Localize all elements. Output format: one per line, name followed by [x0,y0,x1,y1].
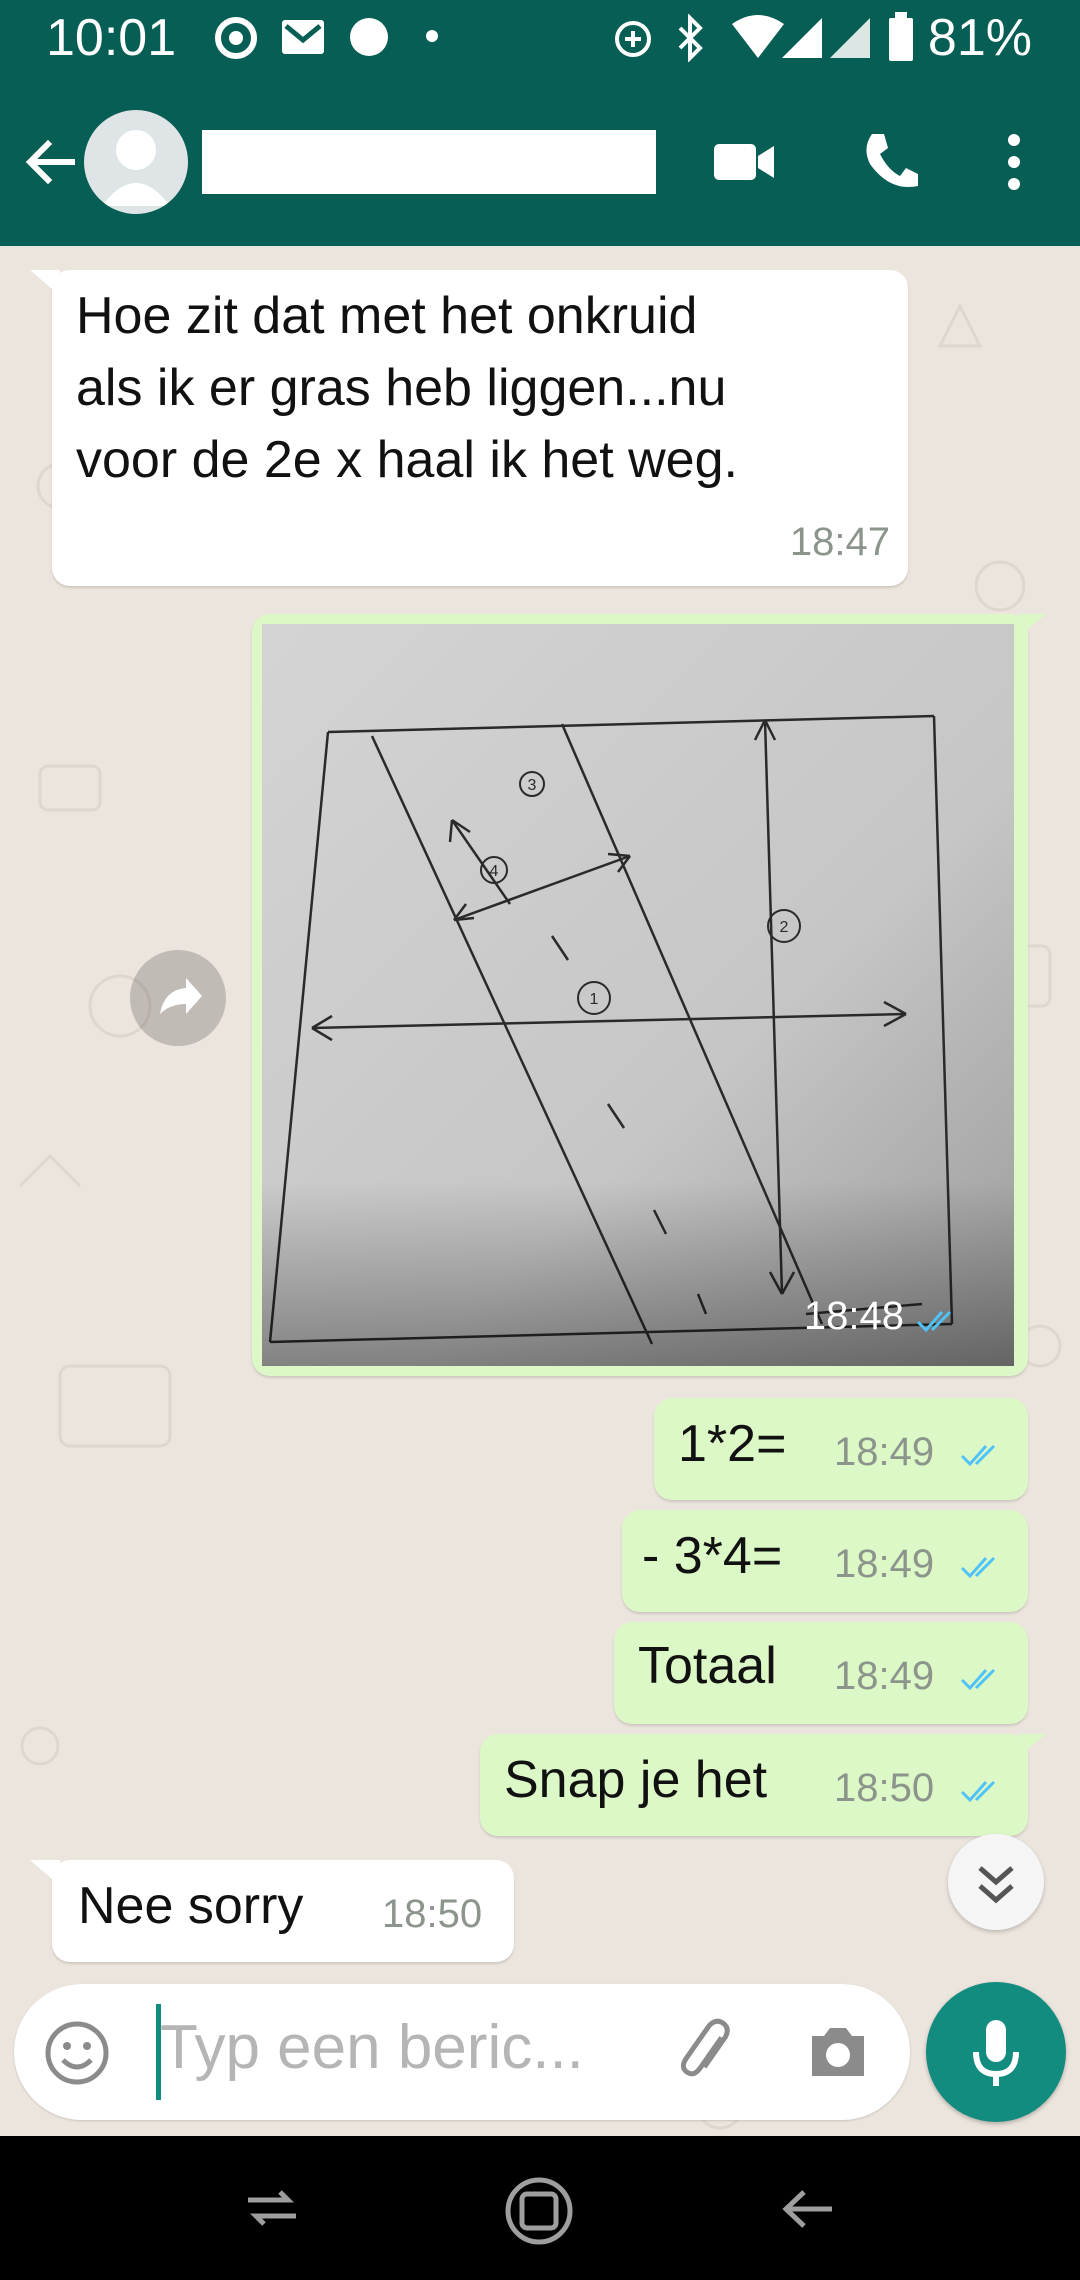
more-notifications-icon [426,30,438,42]
message-time: 18:50 [834,1766,935,1810]
read-receipt-icon [916,1310,952,1333]
battery-percent: 81% [927,9,1032,67]
outgoing-message[interactable]: Snap je het 18:50 [480,1734,1028,1836]
video-call-icon[interactable] [712,138,778,186]
forward-button[interactable] [130,950,226,1046]
emoji-icon[interactable] [44,2020,110,2086]
bluetooth-icon [678,14,703,62]
system-navigation-bar [0,2136,1080,2280]
message-input-bar: Typ een beric... [14,1984,910,2120]
forward-icon [160,978,202,1014]
mic-icon [973,2020,1019,2086]
message-text: Nee sorry [78,1877,304,1935]
message-line: Hoe zit dat met het onkruid [76,287,698,345]
message-text: Totaal [638,1637,777,1695]
contact-avatar[interactable] [84,110,188,214]
message-time: 18:48 [803,1294,904,1338]
message-time: 18:49 [834,1654,935,1698]
bubble-tail [1020,1734,1046,1756]
read-receipt-icon [960,1668,996,1691]
message-text: Snap je het [504,1751,768,1809]
outgoing-message[interactable]: Totaal 18:49 [614,1622,1028,1724]
data-saver-icon [615,21,651,57]
outgoing-message[interactable]: 1*2= 18:49 [654,1398,1028,1500]
voice-message-button[interactable] [926,1982,1066,2122]
default-avatar-icon [102,130,170,206]
attach-icon[interactable] [674,2018,744,2088]
message-line: als ik er gras heb liggen...nu [76,359,727,417]
notification-dot-icon [350,18,388,56]
outgoing-message[interactable]: - 3*4= 18:49 [622,1510,1028,1612]
incoming-message[interactable]: Hoe zit dat met het onkruid als ik er gr… [52,270,908,586]
message-line: voor de 2e x haal ik het weg. [76,431,738,489]
read-receipt-icon [960,1780,996,1803]
nav-home-icon[interactable] [504,2176,574,2246]
battery-icon [889,12,913,61]
scroll-down-icon [978,1866,1014,1904]
bubble-tail [30,270,60,296]
bubble-tail [30,1860,60,1886]
message-text: - 3*4= [642,1527,783,1585]
bubble-tail [1020,614,1046,636]
sketch-image[interactable]: 1 2 3 4 [262,624,1014,1366]
outgoing-image-message[interactable]: 1 2 3 4 18:48 [252,614,1028,1376]
message-input[interactable]: Typ een beric... [160,2012,584,2083]
incoming-message[interactable]: Nee sorry 18:50 [52,1860,514,1962]
back-arrow-icon[interactable] [22,134,78,190]
contact-name[interactable] [202,130,656,194]
nav-recents-icon[interactable] [244,2180,300,2236]
gmail-icon [282,20,324,54]
message-time: 18:50 [382,1892,483,1936]
camera-icon[interactable] [806,2022,870,2082]
scroll-to-bottom-button[interactable] [948,1834,1044,1930]
chrome-icon [215,17,257,59]
phone-call-icon[interactable] [860,130,920,194]
status-bar: 10:01 81% [0,0,1080,76]
message-time: 18:49 [834,1430,935,1474]
wifi-icon [732,15,784,58]
message-time: 18:47 [789,520,890,564]
read-receipt-icon [960,1444,996,1467]
signal-icon [782,18,822,58]
chat-area[interactable]: Hoe zit dat met het onkruid als ik er gr… [0,246,1080,2136]
more-options-icon[interactable] [1002,134,1026,190]
message-text: 1*2= [678,1415,787,1473]
nav-back-icon[interactable] [780,2184,836,2234]
message-time: 18:49 [834,1542,935,1586]
status-time: 10:01 [46,9,177,67]
signal-icon-2 [830,18,870,58]
read-receipt-icon [960,1556,996,1579]
